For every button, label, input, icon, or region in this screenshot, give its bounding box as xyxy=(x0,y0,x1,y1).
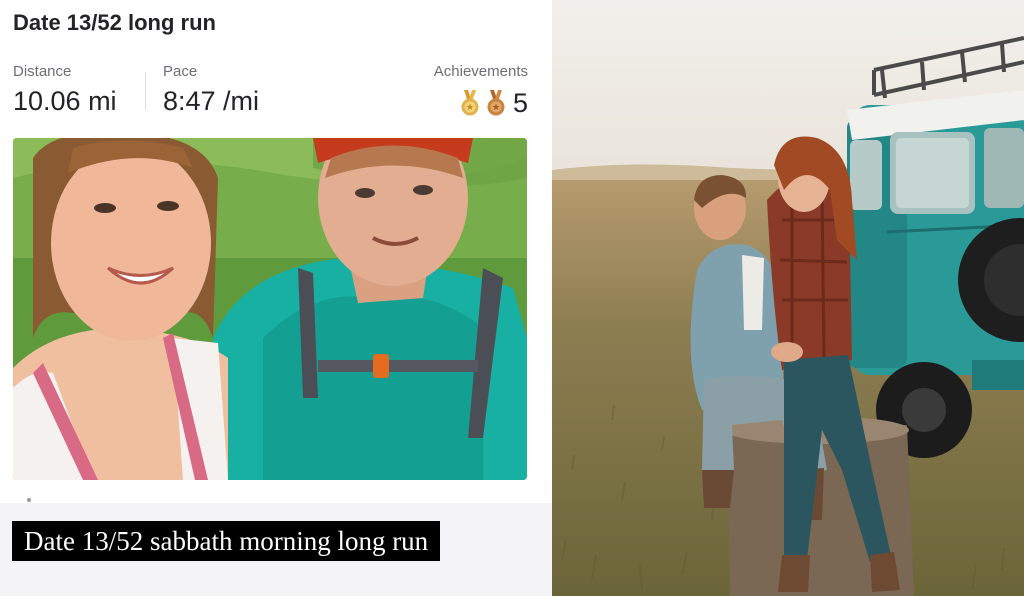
selfie-photo[interactable] xyxy=(13,138,527,480)
stat-divider xyxy=(145,72,146,110)
activity-card: Date 13/52 long run Distance 10.06 mi Pa… xyxy=(0,0,552,596)
achievements-row[interactable]: 5 xyxy=(459,88,528,118)
dot-separator xyxy=(27,498,31,502)
pace-value: 8:47 /mi xyxy=(163,86,260,116)
distance-label: Distance xyxy=(13,63,72,80)
achievements-count: 5 xyxy=(512,87,528,118)
bronze-medal-icon xyxy=(487,90,505,116)
distance-value: 10.06 mi xyxy=(13,86,117,116)
couple-jeep-photo[interactable] xyxy=(552,0,1024,596)
pace-label: Pace xyxy=(163,63,198,80)
activity-title: Date 13/52 long run xyxy=(13,10,216,35)
caption-text: Date 13/52 sabbath morning long run xyxy=(12,521,441,561)
gold-medal-icon xyxy=(461,90,479,116)
achievements-label: Achievements xyxy=(433,63,528,80)
